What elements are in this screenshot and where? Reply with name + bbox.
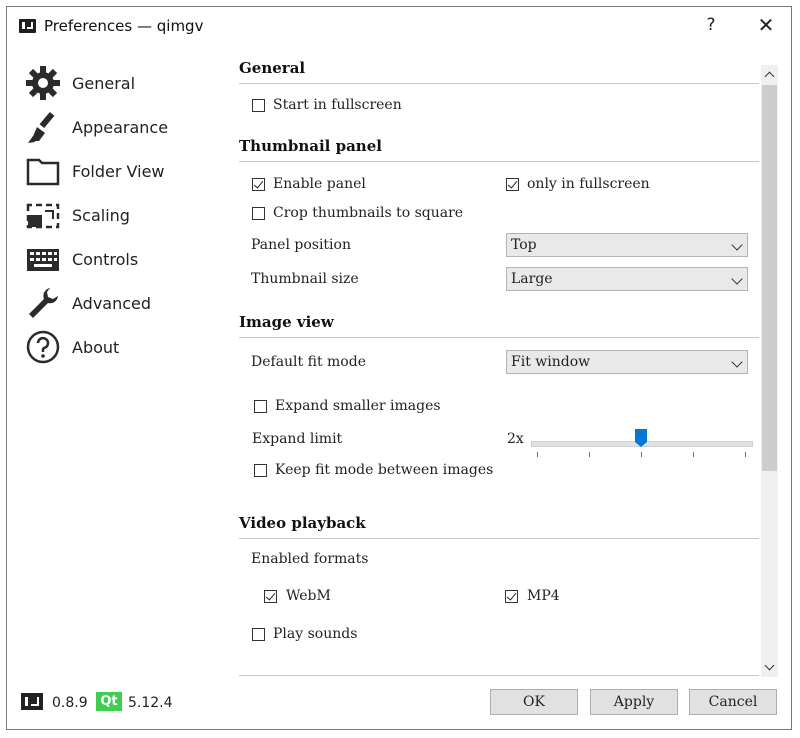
content-scrollbar[interactable] [761, 65, 778, 677]
slider-tick [589, 452, 590, 457]
fit-mode-select[interactable]: Fit window [506, 350, 748, 374]
sidebar-item-label: About [72, 338, 120, 357]
cancel-button[interactable]: Cancel [689, 689, 777, 715]
section-divider [239, 83, 759, 84]
settings-content: General Start in fullscreen Thumbnail pa… [231, 45, 761, 677]
slider-tick [693, 452, 694, 457]
keep-fit-label: Keep fit mode between images [275, 462, 494, 478]
brush-icon [28, 111, 55, 143]
sidebar-item-label: Controls [72, 250, 139, 269]
only-fullscreen-label: only in fullscreen [527, 176, 650, 192]
sidebar-item-label: Appearance [72, 118, 169, 137]
section-title-video: Video playback [239, 514, 366, 532]
sidebar-item-label: General [72, 74, 136, 93]
sidebar-item-advanced[interactable]: Advanced [25, 285, 215, 321]
section-divider [239, 161, 759, 162]
sidebar-item-scaling[interactable]: Scaling [25, 197, 215, 233]
folder-icon [26, 158, 60, 186]
play-sounds-label: Play sounds [273, 626, 358, 642]
sidebar-item-appearance[interactable]: Appearance [25, 109, 215, 145]
chevron-down-icon [731, 239, 743, 251]
sidebar-item-label: Folder View [72, 162, 165, 181]
sidebar-item-controls[interactable]: Controls [25, 241, 215, 277]
section-title-thumbnail: Thumbnail panel [239, 137, 382, 155]
window-title: Preferences — qimgv [44, 17, 204, 35]
scroll-up-arrow-icon[interactable] [761, 65, 778, 83]
crop-square-checkbox[interactable] [252, 207, 265, 220]
mp4-checkbox[interactable] [505, 590, 518, 603]
qt-version: 5.12.4 [128, 695, 173, 711]
close-button[interactable]: ✕ [754, 13, 778, 37]
app-version: 0.8.9 [52, 695, 88, 711]
chevron-down-icon [731, 356, 743, 368]
sidebar-item-label: Scaling [72, 206, 130, 225]
play-sounds-checkbox[interactable] [252, 628, 265, 641]
keep-fit-checkbox[interactable] [254, 464, 267, 477]
slider-tick [745, 452, 746, 457]
keyboard-icon [27, 249, 59, 271]
slider-tick [537, 452, 538, 457]
wrench-icon [29, 288, 58, 318]
help-button[interactable]: ? [699, 15, 723, 37]
fit-mode-value: Fit window [511, 354, 591, 370]
panel-position-label: Panel position [251, 237, 351, 253]
only-fullscreen-checkbox[interactable] [506, 178, 519, 191]
chevron-down-icon [731, 273, 743, 285]
panel-position-value: Top [511, 237, 537, 253]
scroll-down-arrow-icon[interactable] [761, 659, 778, 677]
panel-position-select[interactable]: Top [506, 233, 748, 257]
start-fullscreen-label: Start in fullscreen [273, 97, 402, 113]
ok-button[interactable]: OK [490, 689, 578, 715]
gear-icon [26, 66, 60, 100]
section-divider [239, 675, 759, 676]
start-fullscreen-checkbox[interactable] [252, 99, 265, 112]
expand-smaller-checkbox[interactable] [254, 400, 267, 413]
enabled-formats-label: Enabled formats [251, 551, 369, 567]
thumbnail-size-value: Large [511, 271, 553, 287]
section-title-image-view: Image view [239, 313, 334, 331]
sidebar-item-general[interactable]: General [25, 65, 215, 101]
thumbnail-size-select[interactable]: Large [506, 267, 748, 291]
fit-mode-label: Default fit mode [251, 354, 366, 370]
expand-limit-slider-handle[interactable] [635, 429, 647, 447]
slider-tick [641, 452, 642, 457]
question-icon [26, 330, 60, 364]
webm-checkbox[interactable] [264, 590, 277, 603]
webm-label: WebM [286, 588, 331, 604]
enable-panel-label: Enable panel [273, 176, 366, 192]
expand-limit-value: 2x [507, 431, 524, 447]
sidebar: General Appearance Folder View Scaling C… [7, 45, 227, 685]
qt-logo-icon: Qt [96, 692, 122, 711]
apply-button[interactable]: Apply [590, 689, 678, 715]
qimgv-logo-icon [21, 693, 43, 710]
dialog-footer: 0.8.9 Qt 5.12.4 OK Apply Cancel [7, 683, 791, 731]
expand-limit-label: Expand limit [252, 431, 343, 447]
section-title-general: General [239, 59, 306, 77]
scaling-icon [26, 203, 60, 229]
enable-panel-checkbox[interactable] [252, 178, 265, 191]
section-divider [239, 337, 759, 338]
section-divider [239, 538, 759, 539]
scrollbar-thumb[interactable] [762, 85, 777, 471]
crop-square-label: Crop thumbnails to square [273, 205, 464, 221]
sidebar-item-label: Advanced [72, 294, 152, 313]
sidebar-item-folder-view[interactable]: Folder View [25, 153, 215, 189]
thumbnail-size-label: Thumbnail size [251, 271, 359, 287]
title-bar: Preferences — qimgv ? ✕ [7, 7, 791, 45]
qimgv-app-icon [19, 19, 36, 33]
expand-smaller-label: Expand smaller images [275, 398, 441, 414]
sidebar-item-about[interactable]: About [25, 329, 215, 365]
preferences-window: Preferences — qimgv ? ✕ General Appearan… [6, 6, 792, 730]
mp4-label: MP4 [527, 588, 560, 604]
